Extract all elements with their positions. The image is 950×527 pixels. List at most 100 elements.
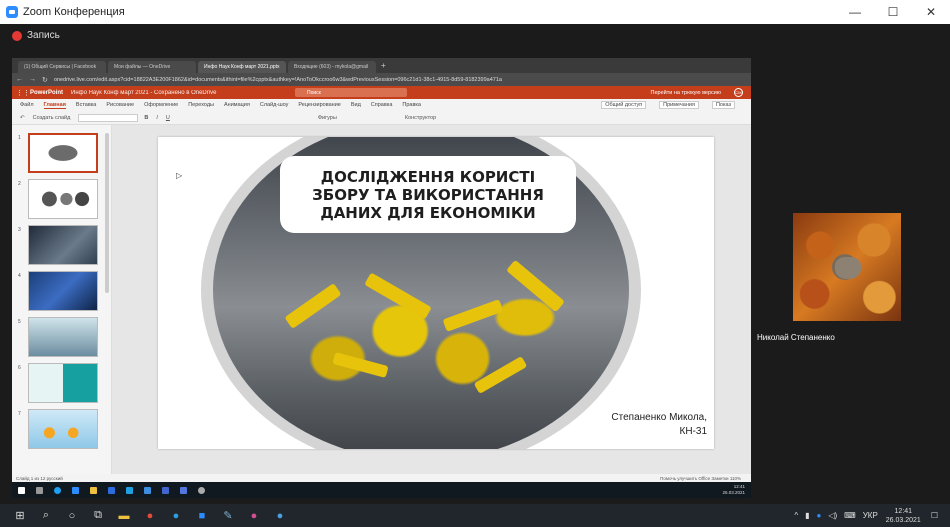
robot-arm-shape xyxy=(473,356,528,394)
taskview-icon[interactable]: ⧉ xyxy=(92,509,104,522)
ribbon-tab[interactable]: Оформление xyxy=(144,102,178,108)
ribbon-tab[interactable]: Правка xyxy=(402,102,421,108)
ribbon-tab[interactable]: Вид xyxy=(351,102,361,108)
slide-thumbnails-pane: 1 2 3 4 5 6 7 xyxy=(12,125,112,474)
ribbon-tab[interactable]: Анимация xyxy=(224,102,250,108)
search-input[interactable]: Поиск xyxy=(295,88,407,97)
zoom-tray-icon[interactable]: ● xyxy=(816,511,821,520)
participant-video[interactable] xyxy=(793,213,901,321)
photos-icon[interactable]: ● xyxy=(248,510,260,522)
slide-thumbnail[interactable] xyxy=(28,317,98,357)
shapes-button[interactable]: Фигуры xyxy=(318,115,337,121)
ribbon-tab[interactable]: Файл xyxy=(20,102,34,108)
browser-tab[interactable]: Мои файлы — OneDrive xyxy=(108,61,196,73)
close-button[interactable]: ✕ xyxy=(912,0,950,24)
network-icon[interactable]: ▮ xyxy=(805,511,809,520)
font-name-select[interactable] xyxy=(78,113,139,122)
back-icon[interactable]: ← xyxy=(16,76,23,83)
zoom-meeting-area: Запись (1) Общий Сервисы | Facebook Мои … xyxy=(0,24,950,504)
ribbon-action-button[interactable]: Показ xyxy=(711,101,735,109)
window-title: Zoom Конференция xyxy=(23,6,125,18)
language-indicator[interactable]: УКР xyxy=(863,511,878,520)
minimize-button[interactable]: — xyxy=(836,0,874,24)
ribbon-action-button[interactable]: Общий доступ xyxy=(601,101,647,109)
app-launcher-icon[interactable]: ⋮⋮ xyxy=(16,89,30,97)
url-field[interactable]: onedrive.live.com/edit.aspx?cid=18822A3E… xyxy=(54,77,502,83)
clock[interactable]: 12:41 26.03.2021 xyxy=(886,507,921,525)
slide-thumbnail[interactable] xyxy=(28,409,98,449)
thumbnails-scrollbar[interactable] xyxy=(105,133,109,293)
browser-tab-bar: (1) Общий Сервисы | Facebook Мои файлы —… xyxy=(12,58,751,73)
file-explorer-icon[interactable]: ▬ xyxy=(118,510,130,522)
folder-icon xyxy=(90,486,97,494)
thumb-number: 2 xyxy=(18,181,21,187)
keyboard-icon[interactable]: ⌨ xyxy=(844,511,856,520)
zoom-icon[interactable]: ■ xyxy=(196,510,208,522)
editor-workspace: 1 2 3 4 5 6 7 ▷ ДОСЛІДЖЕННЯ КОРИСТІ ЗБОР… xyxy=(12,125,751,474)
new-tab-button[interactable]: + xyxy=(381,61,386,70)
record-icon xyxy=(12,30,22,41)
ribbon-right-buttons: Общий доступ Примечания Показ xyxy=(598,101,745,109)
ribbon-tab[interactable]: Переходы xyxy=(188,102,214,108)
powerpoint-header: ⋮⋮ PowerPoint Инфо Наук Конф март 2021 -… xyxy=(12,86,751,99)
show-hidden-icon[interactable]: ^ xyxy=(794,511,798,520)
recording-indicator[interactable]: Запись xyxy=(12,30,60,41)
slide-thumbnail[interactable] xyxy=(28,225,98,265)
italic-button[interactable]: I xyxy=(156,115,158,121)
ribbon-tab[interactable]: Главная xyxy=(43,102,66,109)
cortana-icon[interactable]: ○ xyxy=(66,510,78,522)
recording-label: Запись xyxy=(27,30,60,41)
underline-button[interactable]: U xyxy=(166,115,170,121)
participant-name: Николай Степаненко xyxy=(757,333,835,342)
edge-icon[interactable]: ● xyxy=(170,510,182,522)
forward-icon[interactable]: → xyxy=(29,76,36,83)
maximize-button[interactable]: ☐ xyxy=(874,0,912,24)
robot-arm-shape xyxy=(332,352,389,378)
ribbon-tab[interactable]: Рисование xyxy=(106,102,134,108)
thumb-number: 7 xyxy=(18,411,21,417)
slide-thumbnail[interactable] xyxy=(28,271,98,311)
app-icon xyxy=(108,486,115,494)
ribbon-tab[interactable]: Рецензирование xyxy=(298,102,340,108)
slide-thumbnail[interactable] xyxy=(28,363,98,403)
reload-icon[interactable]: ↻ xyxy=(42,76,48,84)
zoom-icon xyxy=(72,486,79,494)
classic-view-link[interactable]: Перейти на трюкую версию xyxy=(651,90,721,96)
ribbon-tab[interactable]: Слайд-шоу xyxy=(260,102,289,108)
author-name: Степаненко Микола, xyxy=(611,412,707,423)
ribbon-toolbar: ↶ Создать слайд B I U Фигуры Конструктор xyxy=(12,111,751,125)
shared-clock-date: 26.03.2021 xyxy=(722,490,745,495)
document-title[interactable]: Инфо Наук Конф март 2021 - Сохранено в O… xyxy=(71,90,216,96)
slide-canvas[interactable]: ▷ ДОСЛІДЖЕННЯ КОРИСТІ ЗБОРУ ТА ВИКОРИСТА… xyxy=(158,137,714,449)
status-right[interactable]: Помочь улучшить Office Заметки 110% xyxy=(660,476,741,481)
volume-icon[interactable]: ◁) xyxy=(828,511,837,520)
app-icon[interactable]: ● xyxy=(274,510,286,522)
robot-arm-shape xyxy=(506,259,565,313)
windows-taskbar: ⊞ ⌕ ○ ⧉ ▬ ● ● ■ ✎ ● ● ^ ▮ ● ◁) ⌨ УКР 12:… xyxy=(0,504,950,527)
notes-icon[interactable]: ✎ xyxy=(222,510,234,522)
browser-tab-active[interactable]: Инфо Наук Конф март 2021.pptx xyxy=(198,61,286,73)
start-icon[interactable]: ⊞ xyxy=(14,510,26,522)
thumb-number: 5 xyxy=(18,319,21,325)
slide-thumbnail[interactable] xyxy=(28,179,98,219)
designer-button[interactable]: Конструктор xyxy=(405,115,436,121)
ribbon-tab[interactable]: Справка xyxy=(371,102,393,108)
bold-button[interactable]: B xyxy=(144,115,148,121)
browser-tab[interactable]: Входящие (603) - mykola@gmail xyxy=(288,61,376,73)
new-slide-button[interactable]: Создать слайд xyxy=(33,115,71,121)
browser-tab[interactable]: (1) Общий Сервисы | Facebook xyxy=(18,61,106,73)
clock-time: 12:41 xyxy=(894,507,913,515)
shared-clock: 12:41 26.03.2021 xyxy=(722,484,745,496)
ribbon-action-button[interactable]: Примечания xyxy=(659,101,699,109)
edge-icon xyxy=(126,486,133,494)
avatar[interactable]: СМ xyxy=(734,88,743,97)
notifications-icon[interactable]: ☐ xyxy=(931,511,938,520)
chrome-icon[interactable]: ● xyxy=(144,510,156,522)
app-icon xyxy=(198,486,205,494)
slide-thumbnail[interactable] xyxy=(28,133,98,173)
thumb-number: 6 xyxy=(18,365,21,371)
thumb-number: 4 xyxy=(18,273,21,279)
search-icon[interactable]: ⌕ xyxy=(40,509,52,522)
ribbon-tab[interactable]: Вставка xyxy=(76,102,96,108)
undo-icon[interactable]: ↶ xyxy=(20,115,25,121)
